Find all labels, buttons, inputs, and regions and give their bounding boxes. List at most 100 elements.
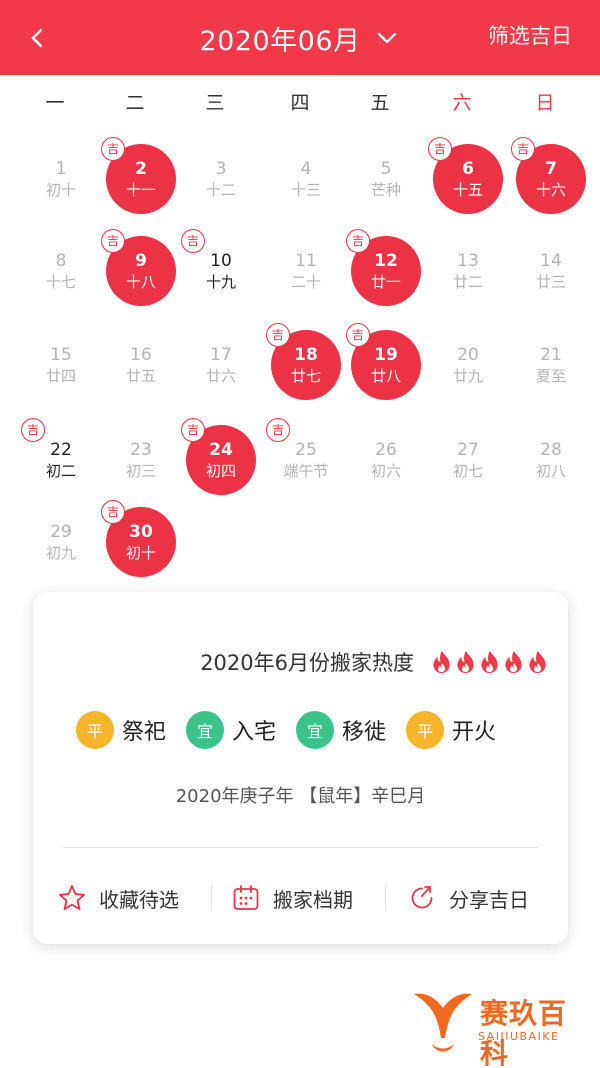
activity-tag: 平祭祀 — [76, 711, 166, 749]
calendar-day[interactable]: 14 廿三 — [516, 236, 586, 306]
calendar-day[interactable]: 21 夏至 — [516, 330, 586, 400]
day-content: 20 廿九 — [433, 330, 503, 400]
lunar-date: 初六 — [370, 462, 401, 480]
day-content: 3 十二 — [186, 144, 256, 214]
lucky-badge: 吉 — [511, 137, 535, 161]
lunar-date: 二十 — [290, 273, 321, 291]
calendar-day[interactable]: 18 廿七 吉 — [266, 323, 341, 400]
day-number: 16 — [130, 345, 152, 365]
calendar-day[interactable]: 29 初九 — [26, 507, 96, 577]
calendar-day[interactable]: 23 初三 — [106, 425, 176, 495]
brand-logo: 赛玖百科 SAIJIUBAIKE — [412, 988, 592, 1068]
calendar-day[interactable]: 9 十八 吉 — [101, 229, 176, 306]
activity-label: 移徙 — [342, 720, 387, 745]
lunar-date: 初八 — [535, 462, 566, 480]
weekday-header: 一二三四五六日 — [0, 88, 600, 122]
calendar-day[interactable]: 5 芒种 — [351, 144, 421, 214]
calendar-day[interactable]: 11 二十 — [271, 236, 341, 306]
lucky-badge: 吉 — [181, 418, 205, 442]
activity-tags: 平祭祀宜入宅宜移徙平开火 — [76, 710, 516, 750]
activity-tag: 宜移徙 — [296, 711, 386, 749]
lunar-date: 夏至 — [535, 367, 566, 385]
day-content: 14 廿三 — [516, 236, 586, 306]
lunar-date: 十一 — [125, 181, 156, 199]
calendar-day[interactable]: 16 廿五 — [106, 330, 176, 400]
day-content: 28 初八 — [516, 425, 586, 495]
weekday-label: 四 — [290, 92, 310, 114]
calendar-day[interactable]: 19 廿八 吉 — [346, 323, 421, 400]
day-number: 18 — [294, 345, 318, 365]
calendar-day[interactable]: 30 初十 吉 — [101, 500, 176, 577]
calendar-day[interactable]: 1 初十 — [26, 144, 96, 214]
day-number: 13 — [457, 251, 479, 271]
calendar-day[interactable]: 12 廿一 吉 — [346, 229, 421, 306]
calendar-day[interactable]: 17 廿六 — [186, 330, 256, 400]
lunar-date: 初二 — [45, 462, 76, 480]
flame-icon — [481, 651, 498, 673]
whale-tail-logo-icon — [414, 993, 472, 1052]
filter-lucky-days-button[interactable]: 筛选吉日 — [488, 20, 572, 50]
day-content: 13 廿二 — [433, 236, 503, 306]
lucky-badge: 吉 — [101, 137, 125, 161]
calendar-day[interactable]: 26 初六 — [351, 425, 421, 495]
day-content: 16 廿五 — [106, 330, 176, 400]
action-separator — [211, 885, 212, 911]
heat-row: 2020年6月份搬家热度 — [200, 644, 548, 680]
calendar-day[interactable]: 24 初四 吉 — [181, 418, 256, 495]
day-number: 28 — [540, 440, 562, 460]
day-number: 30 — [129, 522, 153, 542]
flame-icon — [505, 651, 522, 673]
day-number: 27 — [457, 440, 479, 460]
calendar-day[interactable]: 22 初二 吉 — [21, 418, 96, 495]
logo-subtext: SAIJIUBAIKE — [478, 1030, 560, 1043]
calendar-day[interactable]: 6 十五 吉 — [428, 137, 503, 214]
calendar-day[interactable]: 4 十三 — [271, 144, 341, 214]
info-card: 2020年6月份搬家热度 平祭祀宜入宅宜移徙平开火 2020年庚子年 【鼠年】辛… — [33, 592, 568, 944]
lucky-badge: 吉 — [428, 137, 452, 161]
day-content: 8 十七 — [26, 236, 96, 306]
day-number: 21 — [540, 345, 562, 365]
day-number: 2 — [135, 159, 147, 179]
favorite-button[interactable]: 收藏待选 — [57, 877, 179, 919]
lunar-date: 初十 — [45, 181, 76, 199]
day-number: 1 — [55, 159, 67, 179]
lunar-date: 端午节 — [283, 462, 329, 480]
neutral-badge: 平 — [406, 711, 445, 749]
day-content: 27 初七 — [433, 425, 503, 495]
top-bar: 2020年06月 筛选吉日 — [0, 0, 600, 75]
calendar-day[interactable]: 28 初八 — [516, 425, 586, 495]
flame-icon — [433, 651, 450, 673]
day-number: 5 — [380, 159, 392, 179]
activity-tag: 平开火 — [406, 711, 496, 749]
calendar-day[interactable]: 25 端午节 吉 — [266, 418, 341, 495]
share-button[interactable]: 分享吉日 — [407, 877, 529, 919]
activity-label: 祭祀 — [122, 720, 167, 745]
favorite-label: 收藏待选 — [99, 887, 179, 912]
day-number: 6 — [462, 159, 474, 179]
day-content: 29 初九 — [26, 507, 96, 577]
weekday-label: 三 — [205, 92, 225, 114]
calendar-day[interactable]: 2 十一 吉 — [101, 137, 176, 214]
moving-schedule-button[interactable]: 搬家档期 — [231, 877, 353, 919]
day-content: 26 初六 — [351, 425, 421, 495]
activity-label: 入宅 — [232, 720, 277, 745]
day-content: 15 廿四 — [26, 330, 96, 400]
calendar-day[interactable]: 13 廿二 — [433, 236, 503, 306]
moving-schedule-label: 搬家档期 — [273, 887, 353, 912]
calendar-day[interactable]: 3 十二 — [186, 144, 256, 214]
calendar-day[interactable]: 15 廿四 — [26, 330, 96, 400]
day-number: 14 — [540, 251, 562, 271]
day-number: 4 — [300, 159, 312, 179]
lunar-date: 初十 — [125, 544, 156, 562]
lunar-date: 十七 — [45, 273, 76, 291]
calendar-day[interactable]: 8 十七 — [26, 236, 96, 306]
calendar-day[interactable]: 20 廿九 — [433, 330, 503, 400]
calendar-day[interactable]: 10 十九 吉 — [181, 229, 256, 306]
calendar-day[interactable]: 7 十六 吉 — [511, 137, 586, 214]
lunar-date: 初四 — [205, 462, 236, 480]
divider — [63, 847, 538, 848]
calendar-day[interactable]: 27 初七 — [433, 425, 503, 495]
day-number: 29 — [50, 522, 72, 542]
lunar-date: 廿九 — [452, 367, 483, 385]
day-number: 22 — [50, 440, 72, 460]
